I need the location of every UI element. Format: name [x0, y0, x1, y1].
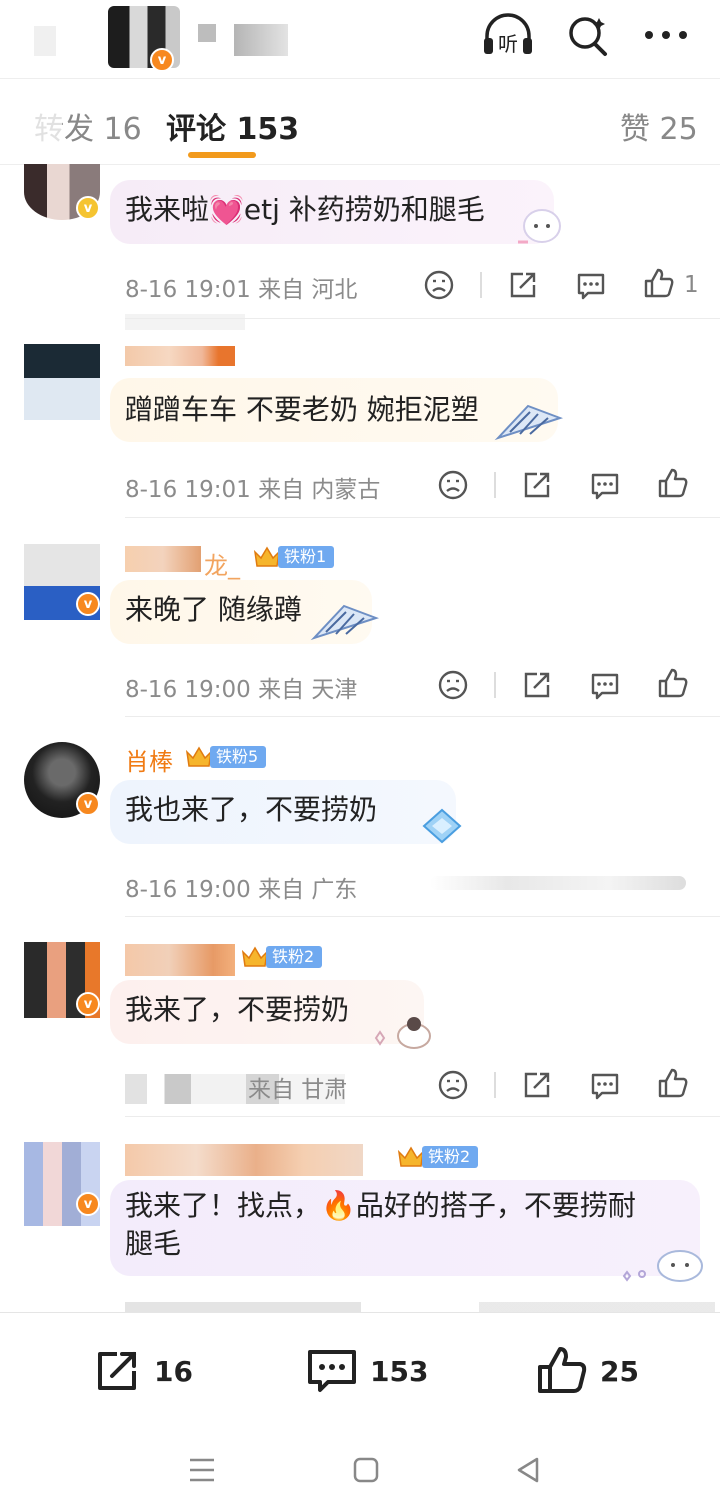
tab-repost-partial-blur [30, 108, 62, 144]
comment-meta: 8-16 19:00 来自 天津 [125, 677, 358, 703]
menu-lines-icon [190, 1458, 214, 1482]
comment-button[interactable]: 153 [306, 1343, 428, 1399]
tab-comments[interactable]: 评论 153 [166, 104, 299, 148]
author-name-blurred [234, 24, 288, 56]
action-divider [480, 272, 482, 298]
verified-badge: v [76, 992, 100, 1016]
more-dots-icon [645, 31, 687, 39]
reply-icon[interactable] [588, 1068, 622, 1102]
fan-sticker-icon [310, 604, 380, 641]
comment-meta: 8-16 19:00 来自 广东 [125, 877, 358, 903]
fan-level-badge: 铁粉1 [252, 544, 335, 570]
action-divider [494, 672, 496, 698]
reply-icon[interactable] [574, 268, 608, 302]
share-icon[interactable] [520, 468, 554, 502]
comment-text: 来晚了 随缘蹲 [125, 593, 302, 626]
comment-text: 我也来了，不要捞奶 [125, 793, 378, 826]
tab-likes[interactable]: 赞 25 [620, 104, 698, 148]
username-blurred [125, 546, 201, 572]
bunny-sticker-icon [518, 209, 561, 244]
action-divider [494, 472, 496, 498]
action-divider [494, 1072, 496, 1098]
comment-text-line1: 我来了！找点，🔥品好的搭子，不要捞耐 [125, 1189, 636, 1222]
comment-divider [125, 916, 720, 917]
username-blurred [125, 346, 235, 366]
headphone-icon: 听 [484, 13, 532, 56]
comment-text: 我来了，不要捞奶 [125, 993, 350, 1026]
repost-button[interactable]: 16 [92, 1343, 193, 1399]
sad-face-icon[interactable] [422, 268, 456, 302]
fan-sticker-icon [494, 404, 564, 441]
like-icon [538, 1347, 587, 1393]
username-blurred [125, 944, 235, 976]
comment-divider [125, 1116, 720, 1117]
verified-badge: v [150, 48, 174, 72]
author-name-blurred [198, 24, 216, 42]
search-icon [569, 17, 607, 56]
comment-text: 我来啦💓etj 补药捞奶和腿毛 [125, 193, 485, 226]
triangle-back-icon [517, 1457, 539, 1483]
comment-count: 153 [370, 1354, 429, 1388]
actions-obscured [430, 876, 686, 890]
verified-badge: v [76, 1192, 100, 1216]
username-suffix: 龙_ [204, 552, 240, 580]
comment-text: 蹭蹭车车 不要老奶 婉拒泥塑 [125, 393, 479, 426]
comment-location: 来自 甘肃 [248, 1077, 348, 1103]
listen-button[interactable]: 听 [480, 10, 536, 60]
back-button[interactable] [508, 1450, 548, 1490]
avatar-blurred[interactable] [24, 344, 100, 420]
tab-bar-bottom-border [0, 164, 720, 165]
system-navigation-bar [0, 1432, 720, 1510]
back-button-blurred[interactable] [34, 26, 56, 56]
like-icon[interactable] [656, 666, 690, 700]
comment-text-line2: 腿毛 [125, 1227, 182, 1260]
sad-face-icon[interactable] [436, 468, 470, 502]
like-count: 1 [684, 272, 699, 298]
share-icon[interactable] [506, 268, 540, 302]
sad-face-icon[interactable] [436, 668, 470, 702]
repost-count: 16 [154, 1354, 193, 1388]
sad-face-icon[interactable] [436, 1068, 470, 1102]
diamond-sticker-icon [422, 808, 462, 844]
svg-text:听: 听 [498, 32, 518, 56]
comment-divider [125, 716, 720, 717]
username[interactable]: 肖棒 [125, 742, 173, 777]
username-blurred [125, 1144, 363, 1176]
comment-icon [308, 1350, 356, 1392]
share-icon[interactable] [520, 1068, 554, 1102]
like-button[interactable]: 25 [536, 1343, 639, 1399]
recent-apps-button[interactable] [182, 1450, 222, 1490]
like-icon[interactable] [656, 1066, 690, 1100]
like-icon[interactable] [642, 266, 676, 300]
search-button[interactable] [560, 10, 616, 60]
bottom-action-bar: 16 153 25 [0, 1312, 720, 1432]
cake-sticker-icon [374, 1017, 431, 1049]
more-button[interactable] [638, 10, 694, 60]
like-icon[interactable] [656, 466, 690, 500]
fan-level-badge: 铁粉2 [396, 1144, 479, 1170]
active-tab-indicator [188, 152, 256, 158]
square-icon [353, 1457, 379, 1483]
comment-meta-clipped [125, 1302, 715, 1312]
verified-badge: v [76, 792, 100, 816]
cat-sticker-icon [622, 1250, 703, 1282]
verified-badge: v [76, 592, 100, 616]
comment-divider [125, 517, 720, 518]
reply-icon[interactable] [588, 668, 622, 702]
comment-meta: 8-16 19:01 来自 内蒙古 [125, 477, 381, 503]
fan-level-badge: 铁粉2 [240, 944, 323, 970]
home-button[interactable] [346, 1450, 386, 1490]
verified-badge: v [76, 196, 100, 220]
share-icon[interactable] [520, 668, 554, 702]
top-bar: v 听 [0, 0, 720, 78]
reply-preview-blurred [125, 314, 245, 330]
like-count: 25 [600, 1354, 639, 1388]
fan-level-badge: 铁粉5 [184, 744, 267, 770]
weibo-comments-screen: v 听 转发 16 评论 153 赞 25 v 我来啦💓etj 补药捞奶和腿毛 … [0, 0, 720, 1510]
reply-icon[interactable] [588, 468, 622, 502]
comment-divider [125, 318, 720, 319]
comment-meta: 8-16 19:01 来自 河北 [125, 277, 358, 303]
share-icon [98, 1352, 136, 1390]
